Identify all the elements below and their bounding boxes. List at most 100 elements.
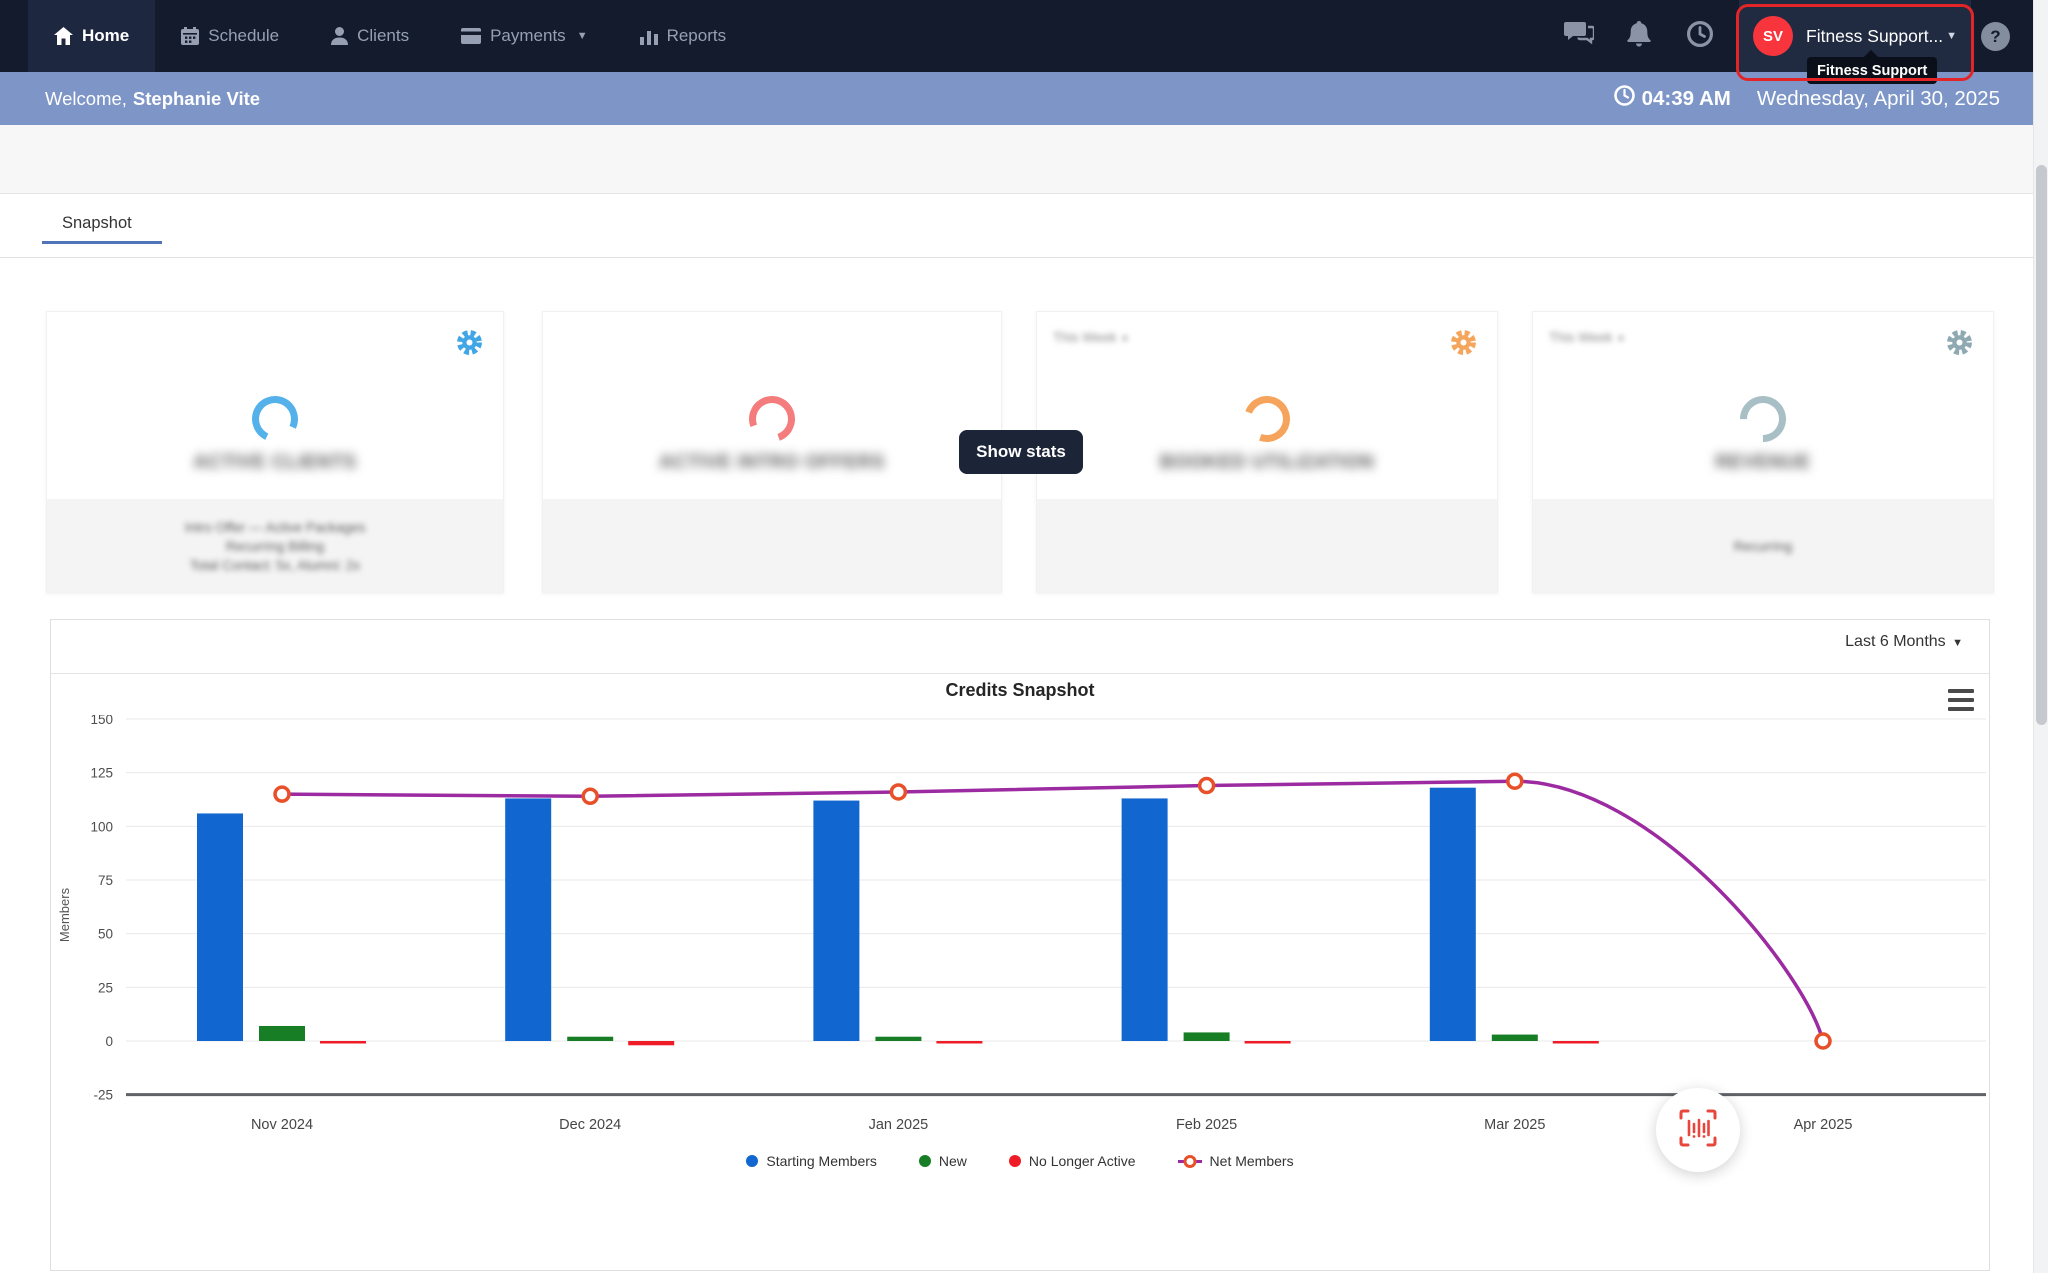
- person-icon: [331, 27, 349, 45]
- bar-starting-members: [505, 798, 552, 1041]
- question-mark-icon: ?: [1990, 26, 2001, 46]
- chat-icon: [1564, 21, 1596, 51]
- footer-line: Recurring Billing: [225, 539, 325, 554]
- y-axis-label: Members: [57, 887, 72, 942]
- nav-item-schedule[interactable]: Schedule: [155, 0, 305, 72]
- card-footer: Recurring: [1533, 499, 1993, 594]
- nav-item-label: Reports: [666, 26, 727, 45]
- bar-starting-members: [813, 800, 860, 1041]
- line-marker: [889, 783, 908, 801]
- bar-new: [875, 1036, 922, 1041]
- x-tick-label: Jan 2025: [869, 1117, 929, 1133]
- bar-no-longer-active: [1244, 1041, 1291, 1044]
- y-tick-label: 50: [98, 927, 113, 942]
- bar-new: [259, 1025, 305, 1041]
- legend-line-marker-icon: [1177, 1154, 1202, 1168]
- x-tick-label: Apr 2025: [1794, 1117, 1853, 1133]
- chart-menu-button[interactable]: [1948, 689, 1974, 711]
- range-label: Last 6 Months: [1845, 633, 1946, 650]
- hamburger-icon: [1948, 698, 1974, 702]
- bar-chart-icon: [639, 27, 658, 45]
- y-tick-label: 75: [98, 873, 113, 888]
- scrollbar-track: [2033, 0, 2048, 1273]
- welcome-user-name: Stephanie Vite: [132, 87, 261, 109]
- line-marker: [273, 785, 291, 803]
- card-settings-button[interactable]: [1450, 329, 1477, 361]
- welcome-bar: Welcome, Stephanie Vite 04:39 AM Wednesd…: [0, 72, 2048, 125]
- line-marker: [581, 787, 599, 806]
- help-button[interactable]: ?: [1981, 22, 2010, 51]
- bar-no-longer-active: [320, 1041, 366, 1044]
- card-footer: Intro Offer — Active Packages Recurring …: [47, 499, 503, 594]
- nav-item-reports[interactable]: Reports: [614, 0, 753, 72]
- history-button[interactable]: [1683, 19, 1717, 53]
- footer-line: Intro Offer — Active Packages: [184, 520, 366, 535]
- y-tick-label: 150: [90, 715, 113, 727]
- dropdown-label: This Week: [1053, 330, 1117, 345]
- stat-card-active-clients: ACTIVE CLIENTS Intro Offer — Active Pack…: [46, 311, 504, 594]
- credits-snapshot-panel: Last 6 Months ▼ Credits Snapshot 150 125 1…: [50, 619, 1990, 1271]
- card-range-dropdown[interactable]: This Week ▾: [1549, 330, 1624, 345]
- gear-icon: [456, 330, 483, 360]
- legend-label: New: [938, 1153, 967, 1169]
- line-marker: [1197, 776, 1216, 795]
- gear-icon: [1450, 330, 1477, 360]
- nav-item-label: Payments: [490, 26, 566, 45]
- nav-item-payments[interactable]: Payments ▼: [435, 0, 613, 72]
- main-navigation: Home Schedule Clients Payments ▼ Reports: [28, 0, 752, 72]
- user-tooltip: Fitness Support: [1807, 57, 1938, 84]
- nav-item-clients[interactable]: Clients: [305, 0, 435, 72]
- card-title: ACTIVE CLIENTS: [193, 452, 357, 473]
- x-tick-label: Dec 2024: [559, 1117, 621, 1133]
- chart-range-dropdown[interactable]: Last 6 Months ▼: [1845, 633, 1963, 651]
- legend-label: No Longer Active: [1028, 1153, 1136, 1169]
- nav-item-home[interactable]: Home: [28, 0, 156, 72]
- legend-item-net-members[interactable]: Net Members: [1177, 1153, 1294, 1169]
- card-title: BOOKED UTILIZATION: [1159, 452, 1375, 473]
- loading-spinner: [245, 389, 305, 449]
- line-marker: [1814, 1032, 1832, 1050]
- legend-item-new[interactable]: New: [918, 1153, 967, 1169]
- bar-starting-members: [1121, 798, 1168, 1041]
- chart-title: Credits Snapshot: [945, 680, 1095, 700]
- x-tick-label: Nov 2024: [251, 1117, 313, 1133]
- welcome-message: Welcome, Stephanie Vite: [45, 72, 260, 125]
- legend-item-starting-members[interactable]: Starting Members: [746, 1153, 877, 1169]
- current-time: 04:39 AM: [1613, 85, 1731, 112]
- nav-item-label: Schedule: [208, 26, 280, 45]
- bar-new: [567, 1036, 614, 1041]
- loading-spinner: [1236, 388, 1298, 450]
- credit-card-icon: [461, 28, 482, 44]
- bar-starting-members: [197, 813, 243, 1041]
- legend-label: Starting Members: [766, 1153, 877, 1169]
- card-settings-button[interactable]: [456, 329, 483, 361]
- card-settings-button[interactable]: [1946, 329, 1973, 361]
- chevron-down-icon: ▾: [1618, 333, 1624, 345]
- barcode-scan-button[interactable]: [1656, 1088, 1740, 1172]
- legend-item-no-longer-active[interactable]: No Longer Active: [1008, 1153, 1136, 1169]
- messages-button[interactable]: [1562, 19, 1596, 53]
- bar-no-longer-active: [628, 1041, 675, 1046]
- x-tick-label: Mar 2025: [1484, 1117, 1545, 1133]
- top-navbar: Home Schedule Clients Payments ▼ Reports…: [0, 0, 2048, 72]
- home-icon: [54, 27, 73, 45]
- tab-snapshot[interactable]: Snapshot: [62, 201, 132, 246]
- scrollbar-thumb[interactable]: [2036, 165, 2047, 725]
- legend-marker-icon: [918, 1155, 931, 1167]
- card-range-dropdown[interactable]: This Week ▾: [1053, 330, 1128, 345]
- y-tick-label: -25: [93, 1088, 113, 1103]
- chevron-down-icon: ▼: [1952, 637, 1963, 649]
- card-title: ACTIVE INTRO OFFERS: [659, 452, 885, 473]
- bar-no-longer-active: [1552, 1041, 1599, 1044]
- clock-icon: [1613, 85, 1635, 112]
- clock-icon: [1687, 20, 1713, 52]
- gear-icon: [1946, 330, 1973, 360]
- time-text: 04:39 AM: [1641, 86, 1731, 110]
- chevron-down-icon: ▾: [1122, 333, 1128, 345]
- notifications-button[interactable]: [1622, 19, 1656, 53]
- show-stats-button[interactable]: Show stats: [959, 430, 1083, 474]
- footer-line: Recurring: [1733, 539, 1793, 554]
- loading-spinner: [1730, 386, 1796, 452]
- bar-starting-members: [1429, 787, 1476, 1041]
- line-marker: [1506, 772, 1524, 790]
